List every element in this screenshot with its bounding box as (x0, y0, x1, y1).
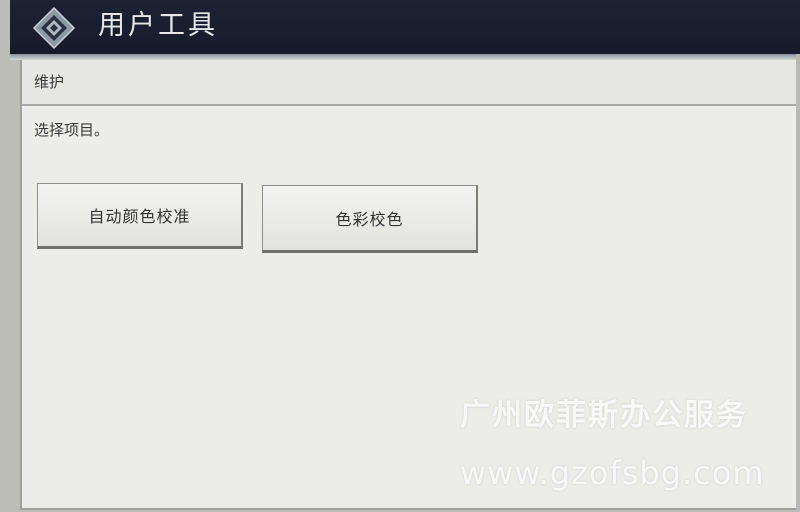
instruction-text: 选择项目。 (34, 121, 110, 139)
color-calibration-button[interactable]: 色彩校色 (262, 185, 478, 253)
watermark-url: www.gzofsbg.com (460, 454, 765, 492)
diamond-logo-icon (32, 6, 76, 50)
auto-color-calibration-button[interactable]: 自动颜色校准 (37, 183, 243, 249)
watermark-company: 广州欧菲斯办公服务 (460, 398, 748, 433)
section-header: 维护 (22, 60, 800, 106)
main-panel: 维护 选择项目。 自动颜色校准 色彩校色 广州欧菲斯办公服务 www.gzofs… (20, 60, 800, 510)
section-label: 维护 (34, 73, 65, 91)
screen-bezel (796, 54, 800, 512)
title-bar: 用户工具 (10, 0, 800, 54)
screen: 用户工具 维护 选择项目。 自动颜色校准 色彩校色 广州欧菲斯办公服务 www.… (0, 0, 800, 512)
window-title: 用户工具 (98, 10, 218, 41)
